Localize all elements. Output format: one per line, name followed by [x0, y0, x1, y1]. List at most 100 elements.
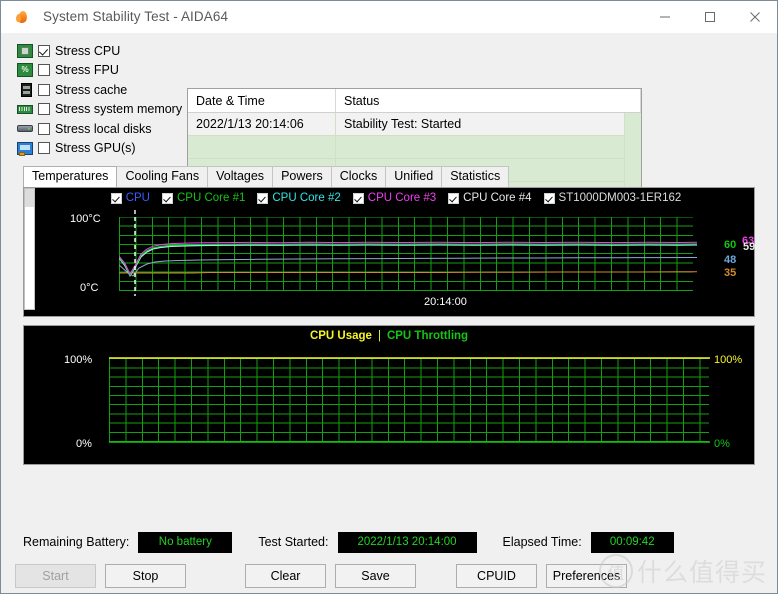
legend-label-core3: CPU Core #3 — [367, 192, 437, 204]
hard-disk-icon — [15, 121, 35, 137]
tab-clocks[interactable]: Clocks — [330, 166, 387, 187]
window-controls — [642, 1, 777, 32]
readout-cpu: 48 — [724, 254, 737, 266]
legend-checkbox-core3[interactable] — [352, 192, 364, 204]
memory-module-icon — [15, 101, 35, 117]
status-strip: Remaining Battery: No battery Test Start… — [1, 525, 777, 559]
temperature-chart-panel: CPU CPU Core #1 CPU Core #2 CPU Core #3 … — [23, 187, 755, 317]
tab-voltages[interactable]: Voltages — [207, 166, 274, 187]
legend-item-core3[interactable]: CPU Core #3 — [352, 192, 437, 204]
legend-label-core1: CPU Core #1 — [176, 192, 246, 204]
cpu-chip-icon — [15, 43, 35, 59]
tab-bar: Temperatures Cooling Fans Voltages Power… — [1, 166, 777, 187]
tab-statistics[interactable]: Statistics — [441, 166, 510, 187]
usage-right-top-label: 100% — [714, 354, 743, 366]
stress-cpu-checkbox[interactable] — [38, 44, 50, 57]
usage-title-separator: | — [377, 330, 381, 342]
temperature-legend: CPU CPU Core #1 CPU Core #2 CPU Core #3 … — [38, 188, 754, 208]
usage-traces — [109, 357, 710, 443]
readout-core1: 60 — [724, 239, 737, 251]
cpuid-button[interactable]: CPUID — [456, 564, 537, 588]
legend-item-core2[interactable]: CPU Core #2 — [257, 192, 341, 204]
cell-status: Stability Test: Started — [336, 113, 641, 135]
legend-item-disk[interactable]: ST1000DM003-1ER162 — [543, 192, 682, 204]
cell-datetime: 2022/1/13 20:14:06 — [188, 113, 336, 135]
legend-item-core1[interactable]: CPU Core #1 — [161, 192, 246, 204]
stress-cache-label: Stress cache — [55, 82, 128, 97]
throttling-title-label: CPU Throttling — [386, 330, 469, 342]
aida64-window: System Stability Test - AIDA64 Stress CP… — [0, 0, 778, 594]
legend-checkbox-core2[interactable] — [257, 192, 269, 204]
legend-label-core2: CPU Core #2 — [272, 192, 341, 204]
legend-label-cpu: CPU — [125, 192, 150, 204]
elapsed-time-label: Elapsed Time: — [502, 535, 582, 549]
stress-disks-checkbox[interactable] — [38, 122, 50, 135]
window-title: System Stability Test - AIDA64 — [43, 9, 229, 24]
close-button[interactable] — [732, 1, 777, 32]
save-button[interactable]: Save — [335, 564, 416, 588]
readout-disk: 35 — [724, 267, 737, 279]
usage-right-bottom-label: 0% — [714, 438, 730, 450]
stress-option-memory[interactable]: Stress system memory — [15, 100, 187, 120]
clear-button[interactable]: Clear — [245, 564, 326, 588]
battery-value: No battery — [138, 531, 233, 553]
stress-cpu-label: Stress CPU — [55, 43, 121, 58]
column-header-status[interactable]: Status — [336, 89, 641, 112]
usage-legend: CPU Usage | CPU Throttling — [24, 326, 754, 346]
config-area: Stress CPU Stress FPU Stress cache Stres… — [1, 33, 777, 200]
legend-checkbox-core4[interactable] — [448, 192, 460, 204]
legend-item-cpu[interactable]: CPU — [110, 192, 150, 204]
stress-disks-label: Stress local disks — [55, 121, 152, 136]
start-button[interactable]: Start — [15, 564, 96, 588]
stress-gpu-label: Stress GPU(s) — [55, 141, 136, 155]
legend-label-core4: CPU Core #4 — [463, 192, 532, 204]
cell-empty — [188, 136, 336, 158]
title-bar: System Stability Test - AIDA64 — [1, 1, 777, 33]
preferences-button[interactable]: Preferences — [546, 564, 627, 588]
temp-axis-time-label: 20:14:00 — [424, 296, 467, 308]
legend-checkbox-cpu[interactable] — [110, 192, 122, 204]
minimize-button[interactable] — [642, 1, 687, 32]
stress-option-fpu[interactable]: Stress FPU — [15, 61, 187, 81]
table-row-empty — [188, 136, 641, 159]
temp-axis-top-label: 100°C — [70, 213, 101, 225]
tab-cooling-fans[interactable]: Cooling Fans — [116, 166, 209, 187]
temp-axis-bottom-label: 0°C — [80, 282, 99, 294]
stress-option-gpu[interactable]: Stress GPU(s) — [15, 139, 187, 159]
stress-memory-checkbox[interactable] — [38, 103, 50, 116]
usage-title-label: CPU Usage — [309, 330, 372, 342]
tab-powers[interactable]: Powers — [272, 166, 332, 187]
legend-item-core4[interactable]: CPU Core #4 — [448, 192, 532, 204]
stress-option-cache[interactable]: Stress cache — [15, 80, 187, 100]
stress-cache-checkbox[interactable] — [38, 83, 50, 96]
stress-gpu-checkbox[interactable] — [38, 142, 50, 155]
legend-checkbox-core1[interactable] — [161, 192, 173, 204]
stress-fpu-checkbox[interactable] — [38, 64, 50, 77]
usage-left-bottom-label: 0% — [76, 438, 92, 450]
stress-option-cpu[interactable]: Stress CPU — [15, 41, 187, 61]
scrollbar-thumb[interactable] — [25, 189, 34, 207]
cache-chip-icon — [15, 82, 35, 98]
temperature-traces — [119, 210, 697, 296]
temperature-sensor-scrollbar[interactable] — [24, 188, 35, 310]
cpu-usage-chart-panel: CPU Usage | CPU Throttling 100% 0% 100% … — [23, 325, 755, 465]
stress-memory-label: Stress system memory — [55, 102, 183, 116]
table-row[interactable]: 2022/1/13 20:14:06 Stability Test: Start… — [188, 113, 641, 136]
stress-option-disks[interactable]: Stress local disks — [15, 119, 187, 139]
test-started-label: Test Started: — [258, 535, 329, 549]
tab-temperatures[interactable]: Temperatures — [23, 166, 118, 187]
legend-checkbox-disk[interactable] — [543, 192, 555, 204]
usage-left-top-label: 100% — [64, 354, 93, 366]
stop-button[interactable]: Stop — [105, 564, 186, 588]
tab-unified[interactable]: Unified — [385, 166, 443, 187]
charts-area: CPU CPU Core #1 CPU Core #2 CPU Core #3 … — [1, 187, 777, 525]
stress-fpu-label: Stress FPU — [55, 63, 119, 77]
legend-label-disk: ST1000DM003-1ER162 — [558, 192, 682, 204]
column-header-datetime[interactable]: Date & Time — [188, 89, 336, 112]
table-header-row: Date & Time Status — [188, 89, 641, 113]
maximize-button[interactable] — [687, 1, 732, 32]
cell-empty — [336, 136, 641, 158]
battery-label: Remaining Battery: — [23, 535, 130, 549]
button-bar: Start Stop Clear Save CPUID Preferences — [1, 559, 777, 593]
elapsed-time-value: 00:09:42 — [590, 531, 674, 553]
